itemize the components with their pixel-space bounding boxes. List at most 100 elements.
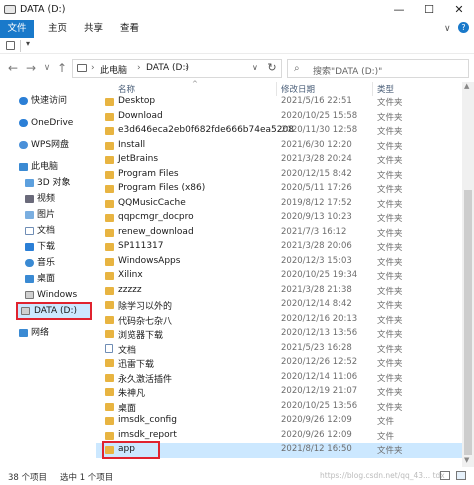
up-button[interactable]: ↑ — [55, 61, 69, 75]
scroll-up-icon[interactable]: ▲ — [464, 82, 469, 90]
vertical-scrollbar[interactable]: ▲ ▼ — [462, 82, 474, 467]
file-date: 2020/12/26 12:52 — [281, 357, 358, 367]
file-row[interactable]: 朱神凡 2020/12/19 21:07 文件夹 — [96, 385, 462, 400]
column-divider[interactable] — [276, 82, 277, 96]
file-type: 文件夹 — [377, 402, 403, 413]
address-field[interactable]: › 此电脑 › DATA (D:) › — [72, 59, 282, 78]
customize-qat-icon[interactable]: ▾ — [26, 39, 30, 48]
nav-item-quick-access[interactable]: 快速访问 — [0, 92, 96, 110]
file-row[interactable]: 浏览器下载 2020/12/13 13:56 文件夹 — [96, 327, 462, 342]
search-input[interactable]: 搜索"DATA (D:)" — [313, 64, 382, 77]
file-row[interactable]: WindowsApps 2020/12/3 15:03 文件夹 — [96, 255, 462, 270]
file-name: 浏览器下载 — [118, 331, 164, 341]
maximize-button[interactable]: ☐ — [414, 0, 444, 20]
column-name[interactable]: 名称 — [118, 83, 135, 95]
file-row[interactable]: e3d646eca2eb0f682fde666b74ea5208 2020/11/… — [96, 124, 462, 139]
file-row[interactable]: 永久激活插件 2020/12/14 11:06 文件夹 — [96, 371, 462, 386]
file-row[interactable]: 代码杂七杂八 2020/12/16 20:13 文件夹 — [96, 313, 462, 328]
tab-home[interactable]: 主页 — [40, 20, 75, 38]
file-date: 2020/12/13 13:56 — [281, 328, 358, 338]
file-date: 2021/3/28 21:38 — [281, 284, 352, 295]
column-date[interactable]: 修改日期 — [281, 83, 315, 95]
folder-icon — [105, 199, 114, 208]
scroll-down-icon[interactable]: ▼ — [464, 456, 469, 464]
file-row[interactable]: 桌面 2020/10/25 13:56 文件夹 — [96, 400, 462, 415]
file-row[interactable]: zzzzz 2021/3/28 21:38 文件夹 — [96, 284, 462, 299]
folder-icon — [105, 315, 114, 324]
music-icon — [25, 259, 34, 267]
file-date: 2021/3/28 20:06 — [281, 241, 352, 251]
tab-file[interactable]: 文件 — [0, 20, 34, 38]
drive-icon — [25, 291, 34, 299]
divider — [20, 40, 21, 52]
file-date: 2020/12/15 8:42 — [281, 168, 352, 179]
file-row[interactable]: SP111317 2021/3/28 20:06 文件夹 — [96, 240, 462, 255]
file-row[interactable]: 文档 2021/5/23 16:28 文件夹 — [96, 342, 462, 357]
details-view-icon[interactable] — [440, 471, 450, 480]
file-row[interactable]: Desktop 2021/5/16 22:51 文件夹 — [96, 95, 462, 110]
nav-item-data-d[interactable]: DATA (D:) — [16, 302, 92, 320]
file-row[interactable]: 迅雷下载 2020/12/26 12:52 文件夹 — [96, 356, 462, 371]
help-icon[interactable]: ? — [458, 22, 469, 33]
breadcrumb-separator: › — [91, 63, 95, 73]
recent-locations-button[interactable]: ∨ — [40, 63, 54, 73]
scrollbar-thumb[interactable] — [464, 190, 472, 455]
file-row[interactable]: Install 2021/6/30 12:20 文件夹 — [96, 139, 462, 154]
nav-item-wps-drive[interactable]: WPS网盘 — [0, 136, 96, 154]
file-row[interactable]: Program Files 2020/12/15 8:42 文件夹 — [96, 168, 462, 183]
nav-item-onedrive[interactable]: OneDrive — [0, 114, 96, 132]
file-row[interactable]: QQMusicCache 2019/8/12 17:52 文件夹 — [96, 197, 462, 212]
file-row[interactable]: JetBrains 2021/3/28 20:24 文件夹 — [96, 153, 462, 168]
breadcrumb-this-pc[interactable]: 此电脑 — [100, 63, 127, 76]
file-name: 迅雷下载 — [118, 360, 155, 370]
file-date: 2020/12/3 15:03 — [281, 255, 352, 266]
file-row[interactable]: 除学习以外的 2020/12/14 8:42 文件夹 — [96, 298, 462, 313]
column-type[interactable]: 类型 — [377, 83, 394, 95]
picture-icon — [25, 211, 34, 219]
search-box[interactable]: ⌕ 搜索"DATA (D:)" — [287, 59, 469, 78]
close-button[interactable]: ✕ — [444, 0, 474, 20]
tab-share[interactable]: 共享 — [76, 20, 111, 38]
file-name: Download — [118, 110, 163, 121]
folder-icon — [105, 359, 114, 367]
large-icons-view-icon[interactable] — [456, 471, 466, 480]
folder-icon — [105, 257, 114, 266]
file-name: Desktop — [118, 96, 156, 106]
file-type: 文件夹 — [377, 286, 403, 297]
back-button[interactable]: ← — [6, 61, 20, 75]
file-list: Desktop 2021/5/16 22:51 文件夹 Download 2020/10… — [96, 95, 462, 465]
search-icon: ⌕ — [294, 63, 300, 74]
file-date: 2020/12/19 21:07 — [281, 386, 358, 396]
file-type: 文件夹 — [377, 359, 403, 369]
folder-icon — [105, 98, 114, 106]
file-type: 文件夹 — [377, 243, 403, 253]
tab-view[interactable]: 查看 — [112, 20, 147, 38]
forward-button[interactable]: → — [24, 61, 38, 75]
refresh-button[interactable]: ↻ — [264, 59, 280, 78]
file-row[interactable]: qqpcmgr_docpro 2020/9/13 10:23 文件夹 — [96, 211, 462, 226]
file-row[interactable]: renew_download 2021/7/3 16:12 文件夹 — [96, 226, 462, 241]
checkbox-icon[interactable] — [6, 41, 15, 50]
file-type: 文件 — [377, 431, 395, 442]
expand-ribbon-icon[interactable]: ∨ — [444, 24, 451, 34]
file-date: 2020/12/14 11:06 — [281, 371, 358, 382]
file-row[interactable]: imsdk_config 2020/9/26 12:09 文件 — [96, 414, 462, 429]
file-row[interactable]: app 2021/8/12 16:50 文件夹 — [96, 441, 462, 459]
file-name: 除学习以外的 — [118, 302, 173, 312]
file-type: 文件夹 — [377, 272, 403, 282]
address-dropdown-icon[interactable]: ∨ — [252, 63, 258, 72]
minimize-button[interactable]: — — [384, 0, 414, 20]
file-row[interactable]: Xilinx 2020/10/25 19:34 文件夹 — [96, 269, 462, 284]
rename-highlight-box — [102, 441, 160, 459]
folder-icon — [105, 228, 114, 237]
file-row[interactable]: Download 2020/10/25 15:58 文件夹 — [96, 110, 462, 125]
folder-icon — [105, 112, 114, 121]
column-divider[interactable] — [372, 82, 373, 96]
file-row[interactable]: Program Files (x86) 2020/5/11 17:26 文件夹 — [96, 182, 462, 197]
breadcrumb-data-drive[interactable]: DATA (D:) — [146, 63, 189, 73]
nav-item-network[interactable]: 网络 — [0, 324, 96, 342]
folder-icon — [105, 272, 114, 280]
video-icon — [25, 195, 34, 203]
folder-icon — [105, 417, 114, 425]
file-name: renew_download — [118, 226, 194, 237]
